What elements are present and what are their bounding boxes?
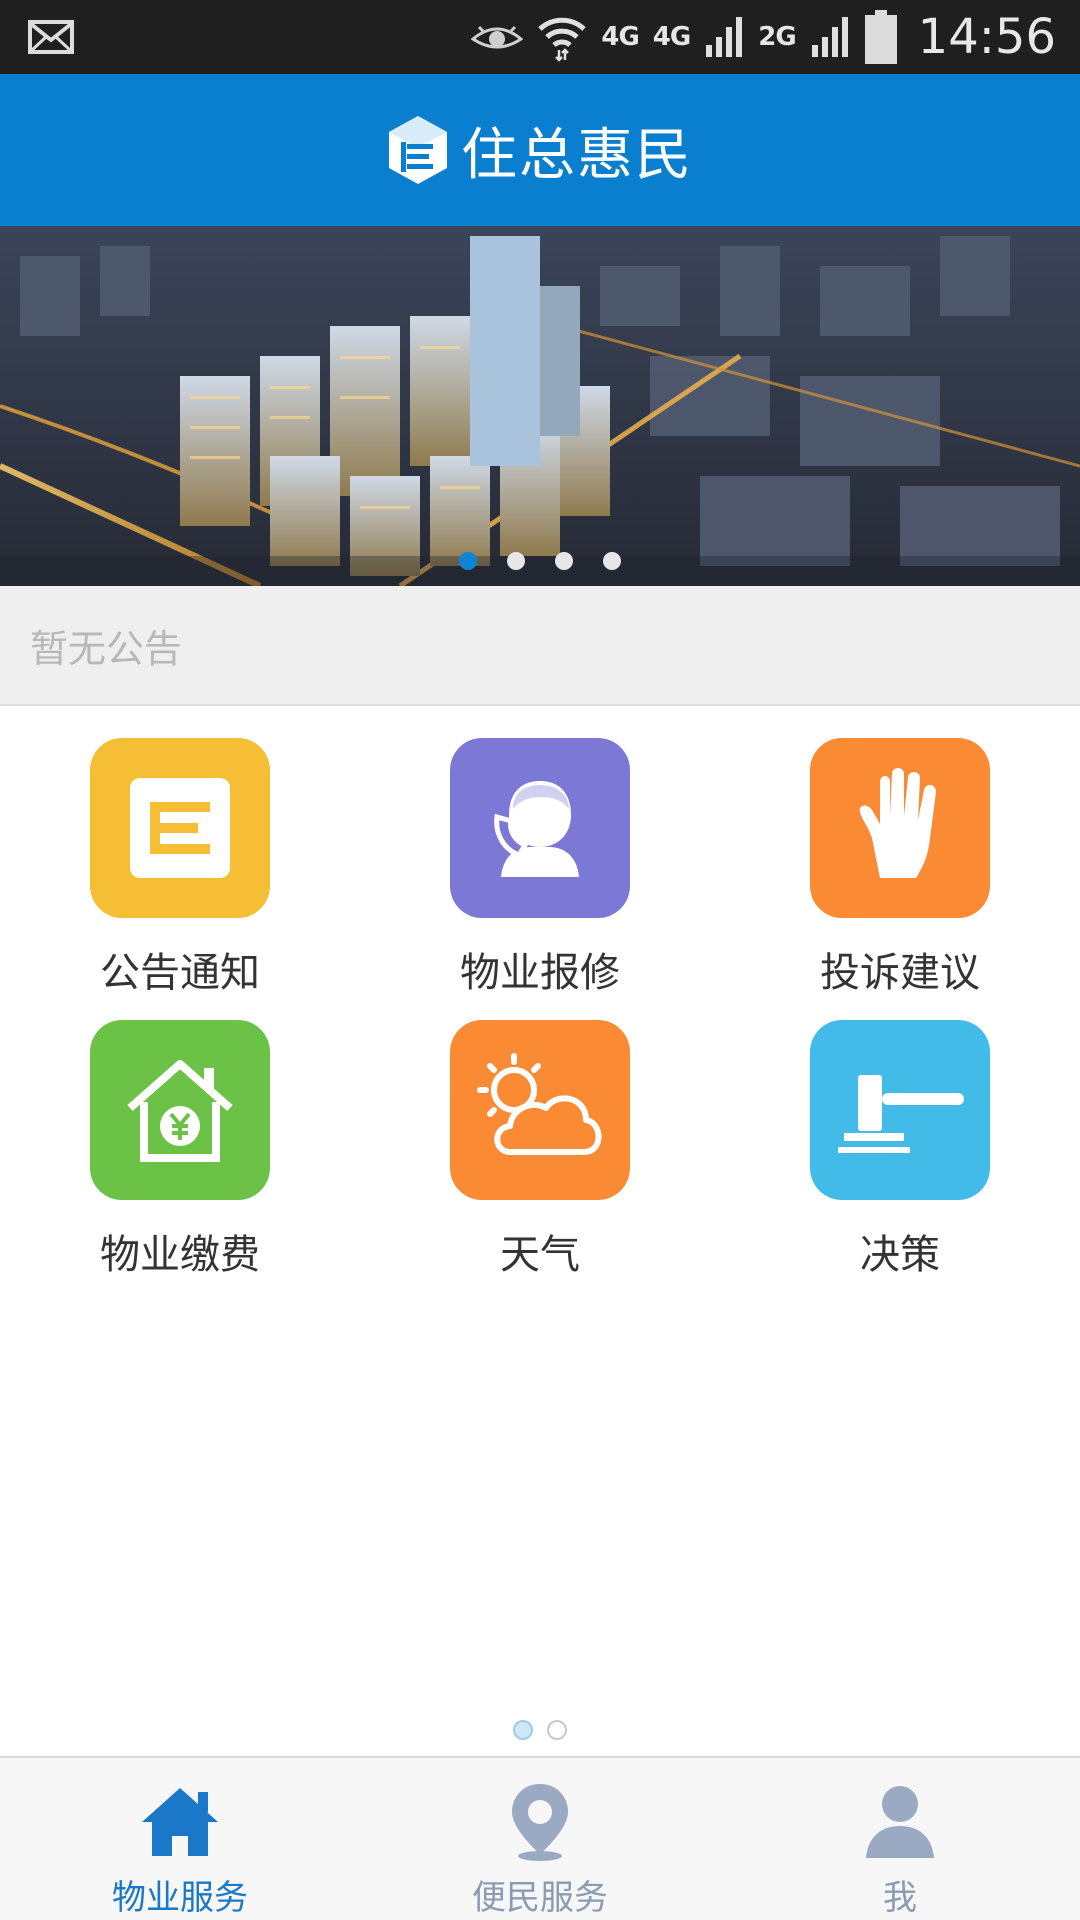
network-type-2: 4G [652,22,691,52]
phone-person-icon [450,738,630,918]
service-notice[interactable]: 公告通知 [50,738,310,998]
bottom-nav: 物业服务 便民服务 我 [0,1756,1080,1920]
nav-convenience-services[interactable]: 便民服务 [360,1758,720,1920]
page-dot[interactable] [547,1720,567,1740]
battery-icon [864,10,897,64]
service-label: 物业报修 [460,950,620,996]
service-label: 投诉建议 [820,950,980,996]
banner-image [0,226,1080,586]
raised-hand-icon [810,738,990,918]
announcement-bar[interactable]: 暂无公告 [0,586,1080,706]
eye-icon [471,25,524,49]
status-bar: 4G 4G 2G 14:56 [0,0,1080,74]
banner-dot[interactable] [603,552,621,570]
app-header: 住总惠民 [0,74,1080,226]
sun-cloud-icon [450,1020,630,1200]
nav-me[interactable]: 我 [720,1758,1080,1920]
envelope-icon [28,20,74,54]
service-payment[interactable]: 物业缴费 [50,1020,310,1280]
announcement-text: 暂无公告 [30,626,183,671]
house-yuan-icon [90,1020,270,1200]
service-repair[interactable]: 物业报修 [410,738,670,998]
network-type-3: 2G [758,22,796,52]
wifi-icon [538,17,587,62]
service-label: 公告通知 [100,950,260,996]
nav-label: 便民服务 [472,1878,608,1918]
cube-logo-icon [389,116,447,184]
service-weather[interactable]: 天气 [410,1020,670,1280]
signal-icon-2 [811,17,848,57]
service-label: 物业缴费 [100,1232,260,1278]
banner-dot[interactable] [555,552,573,570]
page-dot[interactable] [513,1720,533,1740]
page-indicator [0,1720,1080,1740]
nav-property-services[interactable]: 物业服务 [0,1758,360,1920]
service-label: 决策 [860,1232,940,1278]
nav-label: 我 [883,1878,917,1918]
banner-dots [0,552,1080,570]
nav-label: 物业服务 [112,1878,248,1918]
banner-dot[interactable] [459,552,477,570]
network-type-1: 4G [601,22,639,52]
clock-time: 14:56 [917,9,1056,65]
service-decision[interactable]: 决策 [770,1020,1030,1280]
notice-document-icon [90,738,270,918]
home-icon [142,1788,218,1856]
signal-icon [706,17,743,57]
banner-carousel[interactable] [0,226,1080,586]
banner-dot[interactable] [507,552,525,570]
app-screen: 4G 4G 2G 14:56 住总惠民 暂无公告 公告通知 物业报修 投诉建议 … [0,0,1080,1920]
service-label: 天气 [500,1232,580,1278]
user-icon [866,1786,934,1858]
service-complaint[interactable]: 投诉建议 [770,738,1030,998]
gavel-icon [810,1020,990,1200]
location-pin-icon [512,1784,568,1861]
app-title: 住总惠民 [461,122,693,188]
